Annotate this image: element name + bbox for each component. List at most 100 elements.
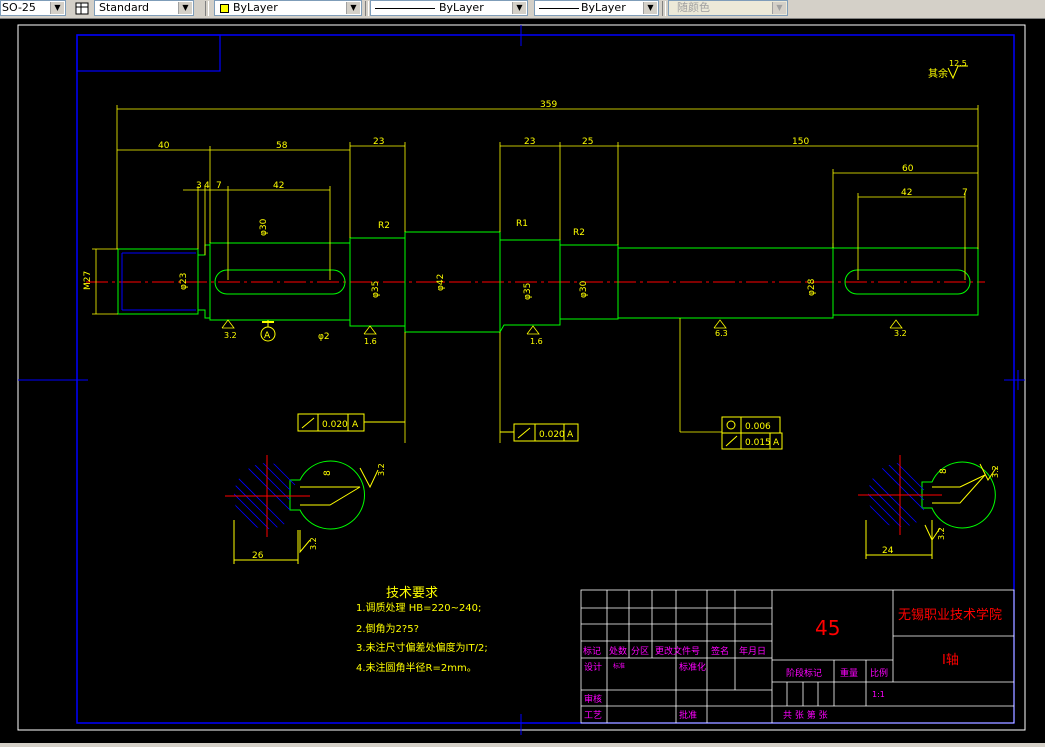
sheets-label: 共 张 第 张 (783, 709, 828, 721)
header-date: 年月日 (739, 645, 766, 657)
standardize-label: 标准化 (679, 661, 706, 673)
dim-40: 40 (158, 141, 170, 151)
design-label: 设计 (584, 661, 602, 673)
dim-dia30b: φ30 (579, 280, 589, 298)
tolerance-frame-right: 0.006 0.015 A (721, 416, 783, 450)
header-sign: 签名 (711, 645, 729, 657)
roughness-other-label: 其余 (928, 67, 948, 80)
lineweight-control-dropdown[interactable]: ByLayer ▼ (534, 0, 659, 16)
chevron-down-icon: ▼ (512, 2, 526, 14)
runout-left-datum: A (352, 420, 359, 430)
section-view-left: 26 8 3.2 3.2 (225, 455, 386, 564)
tech-title: 技术要求 (386, 586, 438, 601)
dim-25: 25 (582, 137, 593, 147)
chevron-down-icon: ▼ (772, 2, 786, 14)
dim-dia42: φ42 (436, 274, 446, 291)
rough-32a: 3.2 (224, 331, 237, 340)
scale-label: 比例 (870, 667, 888, 679)
runout-mid-datum: A (567, 430, 574, 440)
runout-left-value: 0.020 (322, 420, 348, 430)
dim-dia35b: φ35 (523, 283, 533, 300)
stage-mark-label: 阶段标记 (786, 667, 822, 679)
runout-right-datum: A (773, 438, 780, 448)
dim-r2b: R2 (573, 228, 585, 238)
rough-16a: 1.6 (364, 337, 377, 346)
chevron-down-icon: ▼ (346, 2, 360, 14)
toolbar-separator (365, 1, 369, 16)
lineweight-control-value: ByLayer (581, 1, 626, 14)
drawing-canvas[interactable]: 其余 12.5 359 40 58 23 23 25 150 60 42 42 … (0, 19, 1045, 743)
sec-right-24: 24 (882, 546, 894, 556)
table-style-icon[interactable] (74, 1, 90, 16)
dim-phi2: φ2 (318, 332, 330, 342)
dim-3: 3 (196, 181, 202, 191)
color-control-value: ByLayer (233, 1, 278, 14)
drawing-frame (17, 24, 1026, 735)
chevron-down-icon: ▼ (50, 2, 64, 14)
weight-label: 重量 (840, 667, 858, 679)
roughness-other-value: 12.5 (949, 59, 967, 68)
dim-42a: 42 (273, 181, 284, 191)
color-control-dropdown[interactable]: ByLayer ▼ (214, 0, 362, 16)
table-style-value: Standard (99, 1, 150, 14)
linetype-sample (375, 8, 435, 9)
tolerance-frame-mid: 0.020 A (500, 423, 579, 442)
datum-a-label: A (264, 331, 271, 341)
dimension-style-value: SO-25 (2, 1, 36, 14)
technical-requirements: 技术要求 1.调质处理 HB=220~240; 2.倒角为2?5? 3.未注尺寸… (356, 586, 488, 674)
design-sig: 标准 (613, 662, 625, 670)
toolbar-separator (662, 1, 666, 16)
dimension-text: 359 40 58 23 23 25 150 60 42 42 7 7 3 4 … (83, 100, 968, 342)
tech-item-4: 4.未注圆角半径R=2mm。 (356, 661, 477, 674)
dim-23b: 23 (524, 137, 535, 147)
roughness-other-symbol: 其余 12.5 (928, 59, 968, 80)
dim-150: 150 (792, 137, 809, 147)
table-style-dropdown[interactable]: Standard ▼ (94, 0, 194, 16)
dim-23a: 23 (373, 137, 384, 147)
part-name: I轴 (942, 653, 959, 668)
dim-overall: 359 (540, 100, 557, 110)
rough-32b: 3.2 (894, 329, 907, 338)
dim-r1: R1 (516, 219, 528, 229)
dim-7b: 7 (962, 188, 968, 198)
sec-left-26: 26 (252, 551, 264, 561)
color-swatch (220, 4, 229, 13)
lineweight-sample (539, 8, 579, 9)
linetype-control-value: ByLayer (439, 1, 484, 14)
dim-m27: M27 (83, 271, 93, 290)
approve-label: 批准 (679, 709, 697, 721)
status-bar (0, 743, 1045, 747)
header-count: 处数 (609, 645, 627, 657)
sec-right-rough-bot: 3.2 (937, 527, 946, 540)
plot-style-value: 随颜色 (677, 1, 710, 14)
dim-7a: 7 (216, 181, 222, 191)
sec-right-rough-top: 3.2 (991, 465, 1000, 478)
header-mark: 标记 (583, 645, 601, 657)
rough-16b: 1.6 (530, 337, 543, 346)
material: 45 (815, 616, 840, 640)
header-change-doc: 更改文件号 (655, 645, 700, 657)
tech-item-3: 3.未注尺寸偏差处偏度为IT/2; (356, 641, 488, 654)
runout-right-value: 0.015 (745, 438, 771, 448)
sec-right-8: 8 (939, 468, 949, 474)
linetype-control-dropdown[interactable]: ByLayer ▼ (370, 0, 528, 16)
tolerance-frame-left: 0.020 A (297, 413, 405, 432)
cylindricity-value: 0.006 (745, 422, 771, 432)
dim-4: 4 (204, 181, 210, 191)
scale-value: 1:1 (872, 690, 885, 699)
dim-r2a: R2 (378, 221, 390, 231)
tech-item-1: 1.调质处理 HB=220~240; (356, 602, 481, 614)
sec-left-8: 8 (323, 470, 333, 476)
dimension-style-dropdown[interactable]: SO-25 ▼ (0, 0, 66, 16)
chevron-down-icon: ▼ (178, 2, 192, 14)
dim-dia23: φ23 (179, 273, 189, 290)
section-view-right: 24 8 3.2 3.2 (858, 455, 1000, 559)
plot-style-dropdown[interactable]: 随颜色 ▼ (668, 0, 788, 16)
sec-left-rough-top: 3.2 (377, 463, 386, 476)
runout-mid-value: 0.020 (539, 430, 565, 440)
dim-60: 60 (902, 164, 914, 174)
properties-toolbar: SO-25 ▼ Standard ▼ ByLayer ▼ ByLayer ▼ B… (0, 0, 1045, 19)
rough-63: 6.3 (715, 329, 728, 338)
tech-item-2: 2.倒角为2?5? (356, 623, 419, 635)
header-zone: 分区 (631, 646, 649, 657)
